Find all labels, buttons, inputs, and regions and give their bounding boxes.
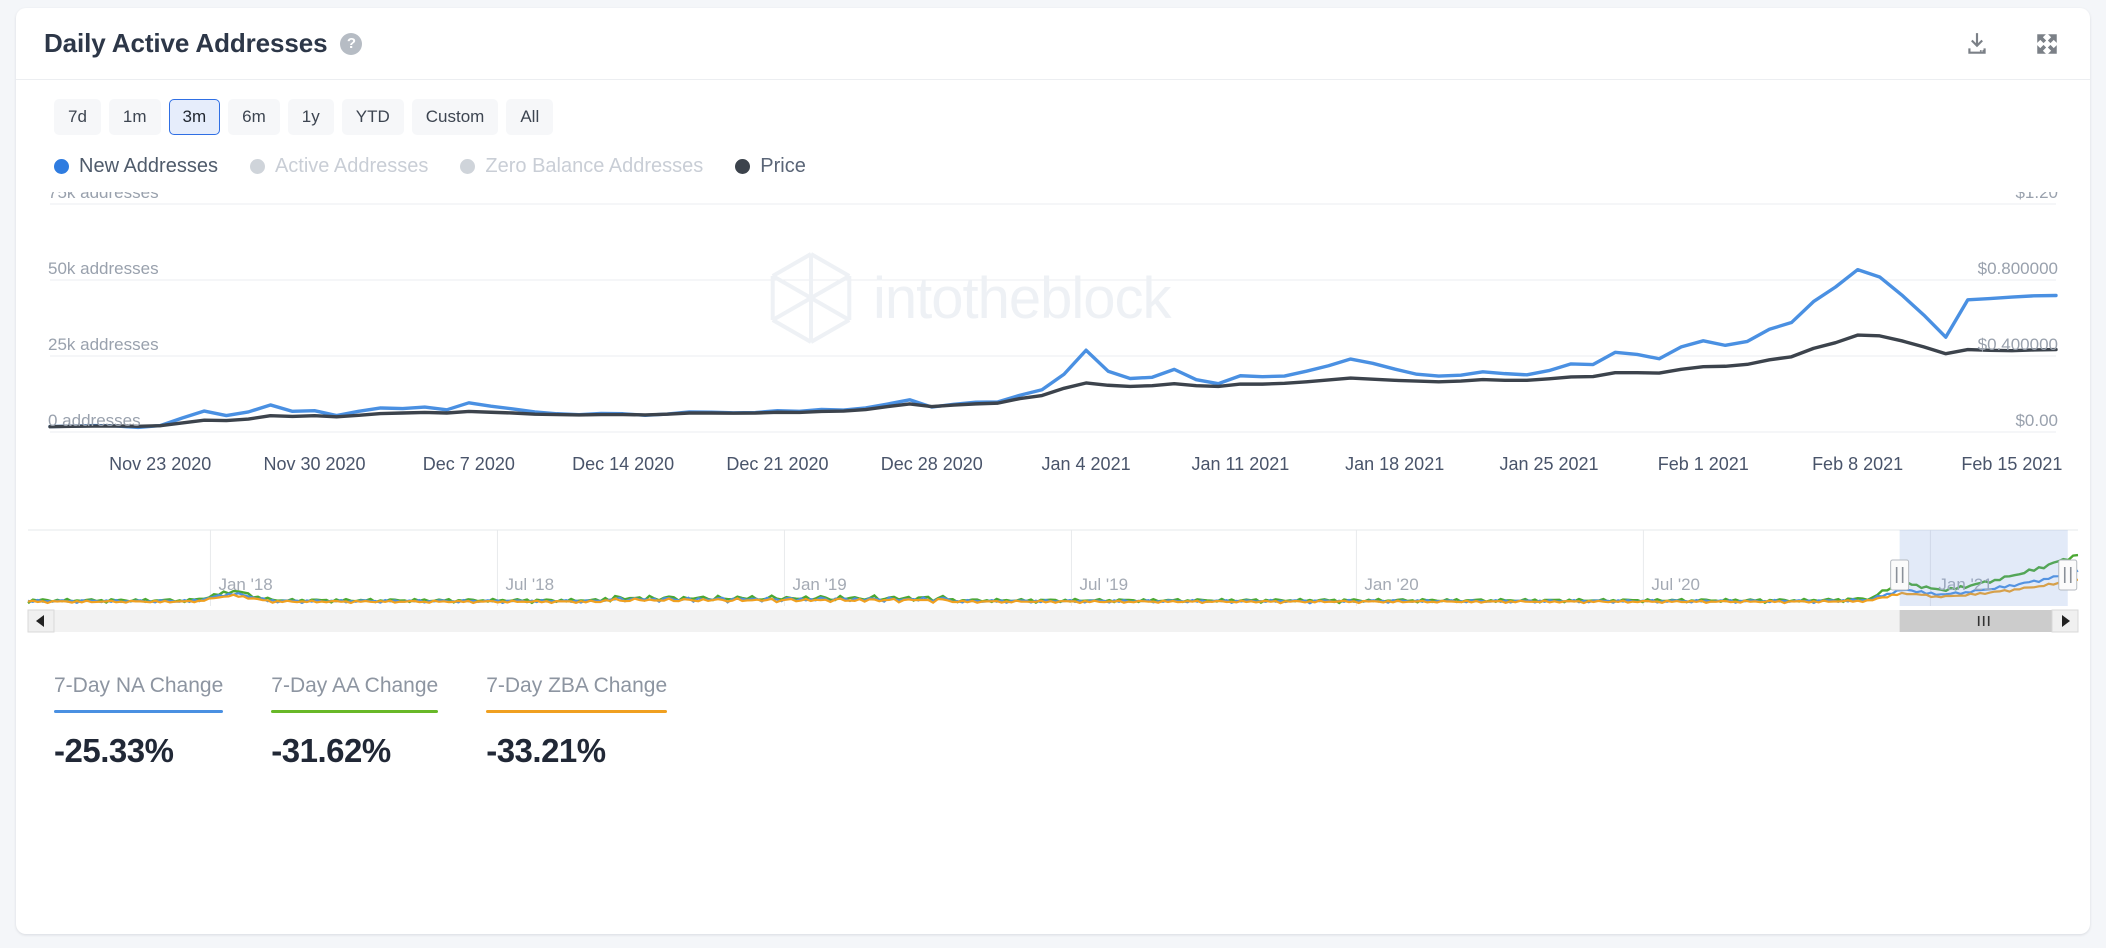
stats-row: 7-Day NA Change -25.33% 7-Day AA Change … bbox=[16, 634, 2090, 770]
legend-dot-price bbox=[735, 159, 750, 174]
navigator-handle-left[interactable] bbox=[1891, 560, 1909, 590]
svg-text:25k addresses: 25k addresses bbox=[48, 335, 159, 354]
main-chart[interactable]: intotheblock 0 addresses 25k addresses 50k… bbox=[16, 192, 2090, 522]
svg-text:0 addresses: 0 addresses bbox=[48, 411, 141, 430]
header-actions bbox=[1962, 29, 2062, 59]
svg-text:$0.400000: $0.400000 bbox=[1978, 335, 2058, 354]
range-button-6m[interactable]: 6m bbox=[228, 99, 280, 135]
stat-label-zba-change: 7-Day ZBA Change bbox=[486, 674, 667, 698]
svg-text:Feb 15 2021: Feb 15 2021 bbox=[1961, 454, 2062, 474]
svg-text:$0.800000: $0.800000 bbox=[1978, 259, 2058, 278]
svg-text:Jul '18: Jul '18 bbox=[505, 575, 554, 594]
legend-label-active-addresses: Active Addresses bbox=[275, 155, 428, 178]
svg-text:Jul '19: Jul '19 bbox=[1079, 575, 1128, 594]
range-button-3m[interactable]: 3m bbox=[169, 99, 221, 135]
legend-item-zero-balance-addresses[interactable]: Zero Balance Addresses bbox=[460, 155, 703, 178]
range-button-ytd[interactable]: YTD bbox=[342, 99, 404, 135]
chart-legend: New Addresses Active Addresses Zero Bala… bbox=[16, 135, 2090, 178]
navigator-selection[interactable] bbox=[1891, 530, 2077, 606]
stat-rule-zba-change bbox=[486, 710, 667, 713]
fullscreen-icon[interactable] bbox=[2032, 29, 2062, 59]
svg-text:Dec 28 2020: Dec 28 2020 bbox=[881, 454, 983, 474]
svg-text:Jan 11 2021: Jan 11 2021 bbox=[1191, 454, 1289, 474]
navigator-svg[interactable]: Jan '18 Jul '18 Jan '19 Jul '19 Jan '20 Jul '… bbox=[16, 526, 2090, 634]
svg-text:Jan '19: Jan '19 bbox=[792, 575, 846, 594]
main-chart-svg[interactable]: intotheblock 0 addresses 25k addresses 50k… bbox=[16, 192, 2090, 522]
legend-label-zero-balance-addresses: Zero Balance Addresses bbox=[485, 155, 703, 178]
page-root: Daily Active Addresses ? bbox=[0, 0, 2106, 948]
stat-rule-na-change bbox=[54, 710, 223, 713]
svg-text:$0.00: $0.00 bbox=[2015, 411, 2058, 430]
stat-card-zba-change: 7-Day ZBA Change -33.21% bbox=[486, 674, 715, 770]
svg-text:Jan 18 2021: Jan 18 2021 bbox=[1345, 454, 1444, 474]
range-button-1y[interactable]: 1y bbox=[288, 99, 334, 135]
scroll-right-arrow-icon[interactable] bbox=[2052, 610, 2078, 632]
svg-text:Jan '18: Jan '18 bbox=[218, 575, 272, 594]
svg-text:Dec 7 2020: Dec 7 2020 bbox=[423, 454, 515, 474]
svg-text:Jan '20: Jan '20 bbox=[1364, 575, 1418, 594]
range-button-7d[interactable]: 7d bbox=[54, 99, 101, 135]
chart-navigator[interactable]: Jan '18 Jul '18 Jan '19 Jul '19 Jan '20 Jul '… bbox=[16, 526, 2090, 634]
svg-text:75k addresses: 75k addresses bbox=[48, 192, 159, 202]
svg-text:intotheblock: intotheblock bbox=[873, 266, 1173, 331]
range-button-1m[interactable]: 1m bbox=[109, 99, 161, 135]
stat-value-na-change: -25.33% bbox=[54, 732, 223, 770]
svg-text:Dec 21 2020: Dec 21 2020 bbox=[726, 454, 828, 474]
legend-item-new-addresses[interactable]: New Addresses bbox=[54, 155, 218, 178]
svg-text:Jan 25 2021: Jan 25 2021 bbox=[1499, 454, 1598, 474]
legend-dot-new-addresses bbox=[54, 159, 69, 174]
svg-text:50k addresses: 50k addresses bbox=[48, 259, 159, 278]
card-header: Daily Active Addresses ? bbox=[16, 8, 2090, 80]
scroll-left-arrow-icon[interactable] bbox=[28, 610, 54, 632]
svg-text:Nov 23 2020: Nov 23 2020 bbox=[109, 454, 211, 474]
legend-dot-active-addresses bbox=[250, 159, 265, 174]
legend-dot-zero-balance-addresses bbox=[460, 159, 475, 174]
navigator-scrollbar[interactable] bbox=[28, 610, 2078, 632]
navigator-tick-labels: Jan '18 Jul '18 Jan '19 Jul '19 Jan '20 Jul '… bbox=[218, 575, 1992, 594]
stat-label-aa-change: 7-Day AA Change bbox=[271, 674, 438, 698]
svg-text:Jul '20: Jul '20 bbox=[1651, 575, 1700, 594]
range-selector: 7d 1m 3m 6m 1y YTD Custom All bbox=[16, 80, 2090, 135]
svg-text:Feb 8 2021: Feb 8 2021 bbox=[1812, 454, 1903, 474]
legend-label-new-addresses: New Addresses bbox=[79, 155, 218, 178]
svg-text:Jan 4 2021: Jan 4 2021 bbox=[1042, 454, 1131, 474]
navigator-series bbox=[28, 555, 2078, 603]
navigator-handle-right[interactable] bbox=[2059, 560, 2077, 590]
svg-text:Feb 1 2021: Feb 1 2021 bbox=[1658, 454, 1749, 474]
legend-item-active-addresses[interactable]: Active Addresses bbox=[250, 155, 428, 178]
chart-card: Daily Active Addresses ? bbox=[16, 8, 2090, 934]
svg-text:Dec 14 2020: Dec 14 2020 bbox=[572, 454, 674, 474]
stat-card-na-change: 7-Day NA Change -25.33% bbox=[54, 674, 271, 770]
stat-value-aa-change: -31.62% bbox=[271, 732, 438, 770]
stat-value-zba-change: -33.21% bbox=[486, 732, 667, 770]
question-mark-icon[interactable]: ? bbox=[340, 33, 362, 55]
watermark: intotheblock bbox=[773, 254, 1173, 342]
x-axis-labels: Nov 23 2020 Nov 30 2020 Dec 7 2020 Dec 14 2… bbox=[109, 454, 2062, 474]
download-icon[interactable] bbox=[1962, 29, 1992, 59]
y-axis-left-labels: 0 addresses 25k addresses 50k addresses 75k… bbox=[48, 192, 159, 430]
stat-label-na-change: 7-Day NA Change bbox=[54, 674, 223, 698]
legend-item-price[interactable]: Price bbox=[735, 155, 806, 178]
y-axis-right-labels: $0.00 $0.400000 $0.800000 $1.20 bbox=[1978, 192, 2058, 430]
page-title: Daily Active Addresses bbox=[44, 28, 327, 59]
range-button-all[interactable]: All bbox=[506, 99, 553, 135]
range-button-custom[interactable]: Custom bbox=[412, 99, 499, 135]
navigator-background bbox=[28, 530, 2078, 606]
stat-rule-aa-change bbox=[271, 710, 438, 713]
legend-label-price: Price bbox=[760, 155, 806, 178]
svg-text:$1.20: $1.20 bbox=[2015, 192, 2058, 202]
svg-text:Nov 30 2020: Nov 30 2020 bbox=[263, 454, 365, 474]
stat-card-aa-change: 7-Day AA Change -31.62% bbox=[271, 674, 486, 770]
